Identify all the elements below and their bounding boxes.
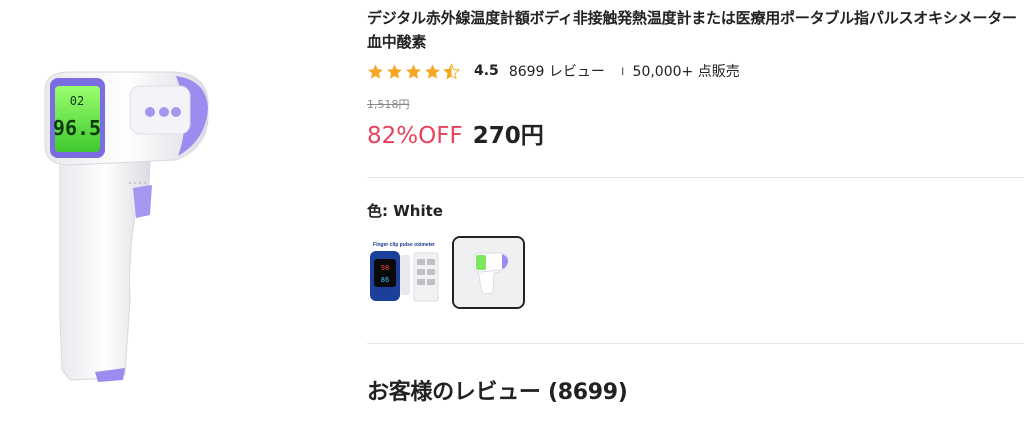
separator: ı (620, 63, 625, 79)
thermometer-image: 02 96.5 (44, 71, 209, 382)
color-option-thermometer[interactable] (452, 236, 525, 309)
star-icon (387, 63, 402, 79)
thermometer-thumbnail (454, 238, 523, 307)
product-info: デジタル赤外線温度計額ボディ非接触発熱温度計または医療用ポータブル指パルスオキシ… (367, 6, 1017, 150)
screen-top-reading: 02 (70, 94, 84, 108)
half-star-icon (443, 62, 460, 79)
reviews-heading: お客様のレビュー (8699) (367, 380, 628, 405)
product-title: デジタル赤外線温度計額ボディ非接触発熱温度計または医療用ポータブル指パルスオキシ… (367, 9, 1017, 51)
discount-badge: 82%OFF (367, 123, 463, 149)
oximeter-box-label: Finger clip pulse oximeter (373, 242, 435, 248)
price-row: 82%OFF 270円 (367, 116, 1017, 150)
color-option-oximeter[interactable]: Finger clip pulse oximeter 98 86 (367, 236, 440, 309)
original-price: 1,518円 (367, 98, 410, 111)
review-count-link[interactable]: 8699 レビュー (509, 61, 605, 81)
rating-value: 4.5 (474, 63, 499, 79)
star-icon (406, 63, 421, 79)
screen-main-reading: 96.5 (53, 116, 101, 140)
star-icon (368, 63, 383, 79)
svg-text:98: 98 (381, 264, 389, 272)
color-options: Finger clip pulse oximeter 98 86 (367, 236, 537, 309)
star-icon (425, 63, 440, 79)
color-label: 色: White (367, 202, 443, 220)
sold-count: 50,000+ 点販売 (632, 64, 740, 80)
oximeter-thumbnail: Finger clip pulse oximeter 98 86 (368, 237, 439, 308)
rating-row[interactable]: 4.5 8699 レビュー ı 50,000+ 点販売 (367, 60, 1017, 82)
divider (367, 177, 1024, 178)
star-rating (367, 62, 462, 80)
svg-text:86: 86 (381, 276, 389, 284)
product-main-image[interactable]: 02 96.5 (0, 0, 250, 445)
current-price: 270円 (472, 123, 544, 149)
divider (367, 343, 1024, 344)
